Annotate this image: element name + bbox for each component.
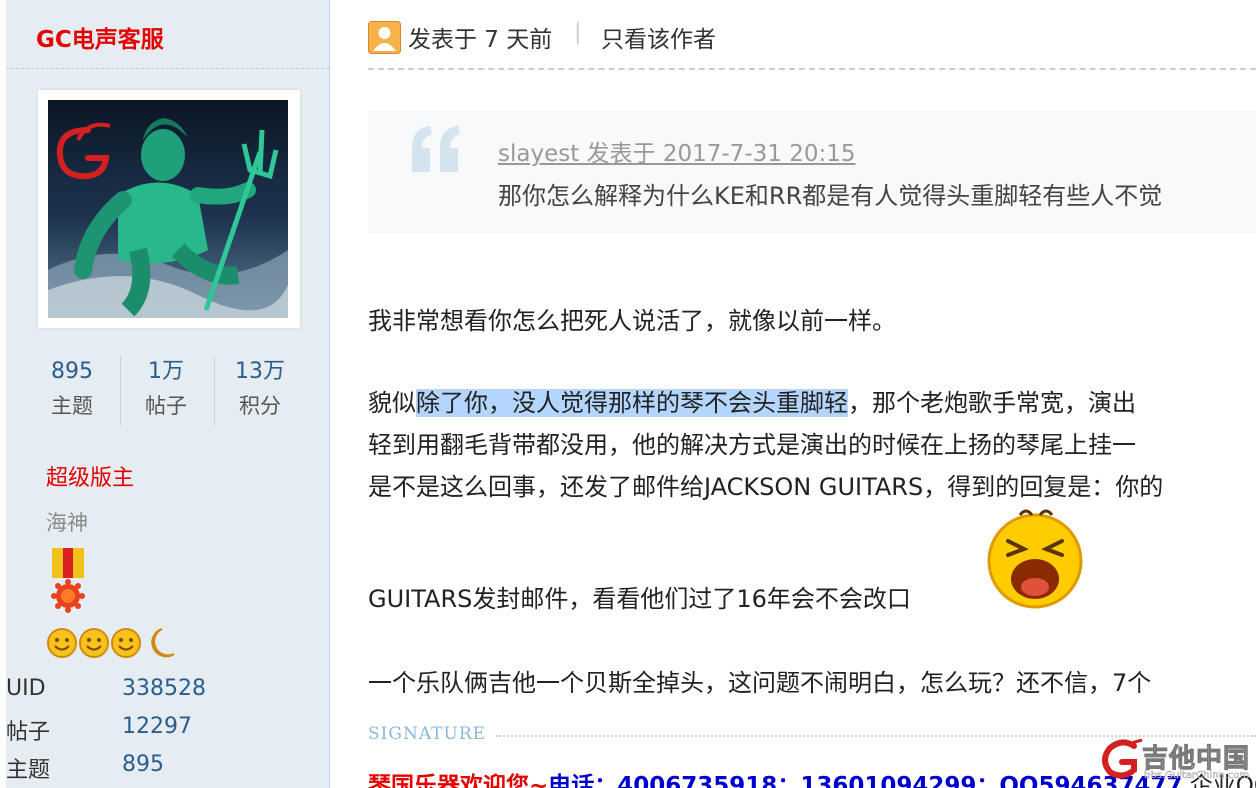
signature-phone-label[interactable]: 电话： [548,773,617,788]
avatar-frame[interactable] [38,90,300,328]
paragraph-2-line-2: 轻到用翻毛背带都没用，他的解决方式是演出的时候在上扬的琴尾上挂一 [368,431,1136,459]
info-row-posts: 帖子 12297 [6,714,329,748]
info-key: 主题 [6,758,51,783]
medal-icon[interactable] [48,546,88,620]
author-stats: 895 主题 1万 帖子 13万 积分 [6,352,329,432]
info-value-link[interactable]: 12297 [122,714,192,739]
signature-label: SIGNATURE [368,724,487,744]
stat-credits[interactable]: 13万 积分 [214,352,306,430]
paragraph-text: ，那个老炮歌手常宽，演出 [848,389,1136,417]
stat-threads[interactable]: 895 主题 [26,352,118,430]
info-value-link[interactable]: 338528 [122,676,206,701]
site-watermark: 吉他中国 bbs.GuitarChina.com [1100,736,1256,788]
signature-greeting: 琴国乐器欢迎您~ [368,773,549,788]
info-value-link[interactable]: 895 [122,752,164,777]
level-stars [46,626,186,660]
sidebar-divider [6,68,329,69]
stat-posts-value[interactable]: 1万 [120,354,212,390]
avatar[interactable] [48,100,288,318]
stat-threads-label: 主题 [51,394,93,418]
user-group-link[interactable]: 超级版主 [46,460,134,492]
paragraph-3: GUITARS发封邮件，看看他们过了16年会不会改口 [368,585,911,613]
stat-credits-label: 积分 [239,394,281,418]
post-content: 我非常想看你怎么把死人说活了，就像以前一样。 貌似除了你，没人觉得那样的琴不会头… [368,0,1256,788]
info-row-threads: 主题 895 [6,752,329,786]
info-key: 帖子 [6,720,51,745]
paragraph-2-line-1: 貌似除了你，没人觉得那样的琴不会头重脚轻，那个老炮歌手常宽，演出 [368,386,1136,420]
guitarchina-logo-icon [1100,738,1144,786]
paragraph-text: 貌似 [368,389,416,417]
paragraph-4: 一个乐队俩吉他一个贝斯全掉头，这问题不闹明白，怎么玩？还不信，7个 [368,669,1152,697]
info-row-uid: UID 338528 [6,676,329,710]
paragraph-2-line-3: 是不是这么回事，还发了邮件给JACKSON GUITARS，得到的回复是：你的 [368,473,1164,501]
watermark-url: bbs.GuitarChina.com [1144,770,1250,781]
info-key: UID [6,676,46,701]
selected-text: 除了你，没人觉得那样的琴不会头重脚轻 [416,389,848,417]
author-sidebar: GC电声客服 895 主题 1万 帖子 13万 积分 超级版主 海神 UID 3… [0,0,330,788]
custom-title: 海神 [46,511,88,535]
stat-credits-value[interactable]: 13万 [214,354,306,390]
signature-phones-link[interactable]: 4006735918；13601094299；QQ594637477 [617,773,1182,788]
laughing-emoji-icon [986,505,1084,613]
stat-threads-value[interactable]: 895 [26,354,118,390]
stat-posts[interactable]: 1万 帖子 [120,352,212,430]
sun-level-icon [47,628,77,658]
stat-posts-label: 帖子 [145,394,187,418]
paragraph-1: 我非常想看你怎么把死人说活了，就像以前一样。 [368,307,896,335]
author-name-link[interactable]: GC电声客服 [36,20,164,54]
